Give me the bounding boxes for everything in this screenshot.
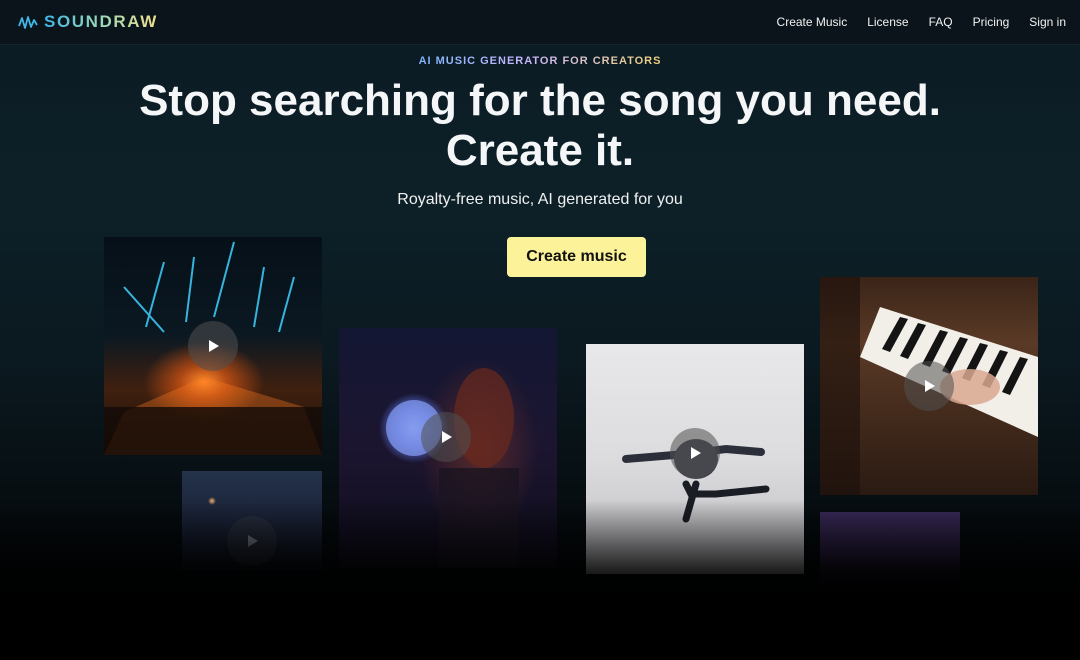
nav-create-music[interactable]: Create Music [777,15,848,29]
nav-license[interactable]: License [867,15,908,29]
brand-logo[interactable]: SOUNDRAW [18,12,158,32]
create-music-button[interactable]: Create music [507,237,646,277]
top-nav: SOUNDRAW Create Music License FAQ Pricin… [0,0,1080,45]
play-icon [248,535,258,547]
hero-eyebrow: AI MUSIC GENERATOR FOR CREATORS [0,55,1080,67]
play-button[interactable] [670,428,720,478]
hero-subline: Royalty-free music, AI generated for you [397,191,683,208]
video-card-city[interactable] [182,471,322,571]
nav-sign-in[interactable]: Sign in [1029,15,1066,29]
play-button[interactable] [904,361,954,411]
nav-pricing[interactable]: Pricing [973,15,1010,29]
hero-headline-line2: Create it. [445,126,635,175]
play-button[interactable] [188,321,238,371]
hero-headline: Stop searching for the song you need. Cr… [0,76,1080,176]
waveform-icon [18,16,38,29]
video-card-sunset[interactable] [820,512,960,592]
play-icon [209,340,219,352]
play-button[interactable] [421,412,471,462]
nav-faq[interactable]: FAQ [929,15,953,29]
play-button[interactable] [227,516,277,566]
play-icon [442,431,452,443]
video-card-concert[interactable] [104,237,322,455]
nav-menu: Create Music License FAQ Pricing Sign in [777,15,1066,29]
brand-name: SOUNDRAW [44,12,158,31]
hero-eyebrow-text: AI MUSIC GENERATOR FOR CREATORS [418,55,662,67]
hero-headline-line1: Stop searching for the song you need. [139,76,941,125]
video-card-piano[interactable] [820,277,1038,495]
video-card-disco[interactable] [339,328,557,568]
video-card-dancer[interactable] [586,344,804,574]
play-icon [925,380,935,392]
play-icon [691,447,701,459]
